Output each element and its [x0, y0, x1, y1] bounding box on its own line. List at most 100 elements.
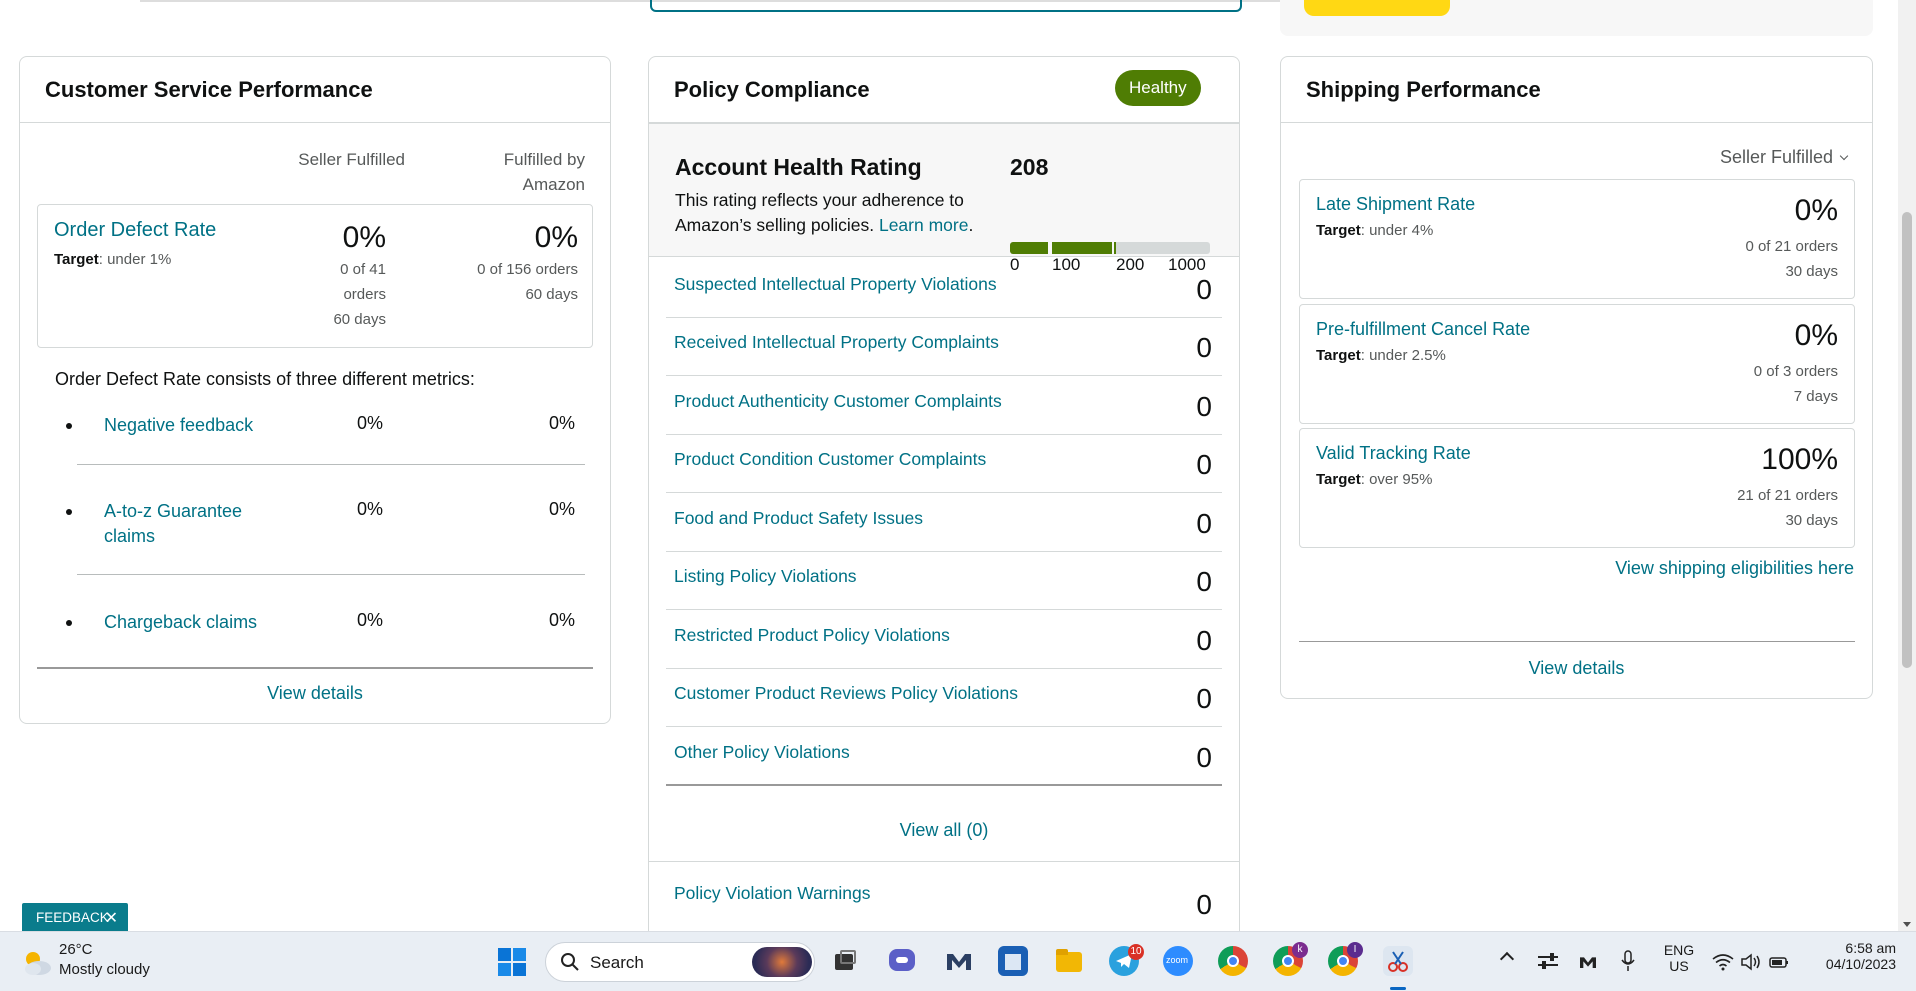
- odr-seller-line1: 0 of 41: [340, 261, 386, 278]
- start-button[interactable]: [498, 948, 526, 976]
- page-viewport: Customer Service Performance Seller Fulf…: [0, 0, 1898, 931]
- bullet-dot: [66, 509, 72, 515]
- policy-compliance-card: Policy Compliance Healthy Account Health…: [648, 56, 1240, 931]
- policy-row: Food and Product Safety Issues 0: [666, 494, 1222, 552]
- profile-badge: k: [1292, 942, 1308, 958]
- shipping-header: Shipping Performance: [1281, 57, 1872, 123]
- metric-seller-value: 0%: [356, 413, 383, 433]
- metric-detail-line1: 0 of 3 orders: [1753, 363, 1838, 380]
- snipping-tool-icon[interactable]: [1383, 946, 1413, 976]
- policy-row: Listing Policy Violations 0: [666, 552, 1222, 610]
- metric-atoz-claims-link[interactable]: A-to-z Guarantee claims: [104, 499, 264, 549]
- policy-row: Product Condition Customer Complaints 0: [666, 435, 1222, 493]
- odr-amazon-detail: 0 of 156 orders 60 days: [418, 257, 578, 307]
- clock[interactable]: 6:58 am 04/10/2023: [1808, 940, 1896, 972]
- target-label: Target: [1316, 222, 1361, 239]
- metric-detail-line2: 7 days: [1793, 388, 1838, 405]
- learn-more-link[interactable]: Learn more: [879, 215, 969, 235]
- policy-row-link[interactable]: Customer Product Reviews Policy Violatio…: [674, 683, 1018, 704]
- target-value: : under 2.5%: [1360, 347, 1446, 364]
- valid-tracking-rate-link[interactable]: Valid Tracking Rate: [1316, 443, 1471, 464]
- metric-amazon-value: 0%: [548, 499, 575, 519]
- odr-amazon-line1: 0 of 156 orders: [477, 261, 578, 278]
- policy-title: Policy Compliance: [674, 76, 870, 102]
- policy-row: Restricted Product Policy Violations 0: [666, 611, 1222, 669]
- odr-target-label: Target: [54, 251, 99, 268]
- language-indicator[interactable]: ENG US: [1662, 942, 1696, 974]
- cs-view-details-link[interactable]: View details: [20, 683, 610, 704]
- policy-row-link[interactable]: Product Authenticity Customer Complaints: [674, 391, 1002, 412]
- top-yellow-button[interactable]: [1304, 0, 1450, 16]
- bar-segment-100-200: [1052, 242, 1112, 254]
- policy-row-link[interactable]: Listing Policy Violations: [674, 566, 857, 587]
- metric-target: Target: over 95%: [1316, 471, 1432, 488]
- policy-row-value: 0: [1196, 683, 1212, 714]
- task-view-icon[interactable]: [830, 946, 860, 976]
- odr-seller-line3: 60 days: [333, 311, 386, 328]
- target-value: : under 4%: [1360, 222, 1434, 239]
- shipping-view-details-link[interactable]: View details: [1281, 658, 1872, 679]
- policy-row-link[interactable]: Product Condition Customer Complaints: [674, 449, 986, 470]
- clock-date: 04/10/2023: [1825, 956, 1896, 972]
- feedback-button[interactable]: FEEDBACK ✕: [22, 903, 128, 931]
- vertical-scrollbar[interactable]: [1898, 0, 1916, 931]
- scrollbar-thumb[interactable]: [1902, 212, 1912, 668]
- zoom-icon[interactable]: zoom: [1163, 946, 1193, 976]
- policy-row-link[interactable]: Suspected Intellectual Property Violatio…: [674, 274, 997, 295]
- odr-amazon-pct: 0%: [534, 221, 578, 254]
- chrome-profile-1-icon[interactable]: [1218, 946, 1248, 976]
- taskbar: 26°C Mostly cloudy Search 10 zoom k I EN…: [0, 931, 1916, 991]
- scroll-down-arrow-icon[interactable]: [1903, 922, 1911, 927]
- target-label: Target: [1316, 471, 1361, 488]
- divider: [649, 861, 1239, 862]
- divider: [77, 464, 585, 465]
- account-health-rating: Account Health Rating This rating reflec…: [649, 123, 1239, 274]
- metric-amazon-value: 0%: [548, 413, 575, 433]
- weather-desc: Mostly cloudy: [59, 961, 150, 978]
- shipping-eligibilities-link[interactable]: View shipping eligibilities here: [1615, 558, 1854, 579]
- wifi-icon[interactable]: [1712, 953, 1734, 971]
- file-explorer-icon[interactable]: [1054, 946, 1084, 976]
- target-value: : over 95%: [1360, 471, 1433, 488]
- gmail-icon[interactable]: [944, 946, 974, 976]
- bullet-dot: [66, 423, 72, 429]
- ahr-desc-end: .: [968, 215, 974, 235]
- metric-target: Target: under 4%: [1316, 222, 1433, 239]
- late-shipment-rate-link[interactable]: Late Shipment Rate: [1316, 194, 1475, 215]
- volume-icon[interactable]: [1740, 953, 1762, 971]
- m-tray-icon[interactable]: [1578, 952, 1598, 972]
- cancel-rate-link[interactable]: Pre-fulfillment Cancel Rate: [1316, 319, 1530, 340]
- close-icon[interactable]: ✕: [105, 908, 118, 928]
- show-hidden-icons[interactable]: [1499, 951, 1515, 967]
- fulfillment-selector[interactable]: Seller Fulfilled: [1720, 147, 1849, 168]
- status-badge: Healthy: [1115, 70, 1201, 106]
- order-defect-rate-link[interactable]: Order Defect Rate: [54, 219, 216, 242]
- metric-detail: 21 of 21 orders 30 days: [1737, 483, 1838, 533]
- teams-chat-icon[interactable]: [887, 946, 917, 976]
- policy-row-link[interactable]: Received Intellectual Property Complaint…: [674, 332, 999, 353]
- metric-chargeback-claims-link[interactable]: Chargeback claims: [104, 610, 264, 635]
- customer-service-title: Customer Service Performance: [45, 76, 373, 102]
- policy-warnings-link[interactable]: Policy Violation Warnings: [674, 883, 870, 904]
- bar-segment-0-100: [1010, 242, 1048, 254]
- policy-row-value: 0: [1196, 508, 1212, 539]
- active-app-indicator: [1390, 987, 1406, 990]
- store-icon[interactable]: [998, 946, 1028, 976]
- col-amazon-line1: Fulfilled by: [503, 150, 585, 169]
- policy-row-value: 0: [1196, 274, 1212, 305]
- policy-row-link[interactable]: Other Policy Violations: [674, 742, 850, 763]
- metric-negative-feedback-link[interactable]: Negative feedback: [104, 413, 264, 438]
- battery-icon[interactable]: [1768, 953, 1790, 971]
- metric-pct: 0%: [1794, 194, 1838, 227]
- taskbar-search[interactable]: Search: [545, 942, 815, 982]
- policy-row: Customer Product Reviews Policy Violatio…: [666, 669, 1222, 727]
- policy-row-link[interactable]: Restricted Product Policy Violations: [674, 625, 950, 646]
- search-highlight-image: [752, 947, 812, 977]
- policy-row-link[interactable]: Food and Product Safety Issues: [674, 508, 923, 529]
- metric-seller-value: 0%: [356, 610, 383, 630]
- view-all-link[interactable]: View all (0): [649, 820, 1239, 841]
- microphone-icon[interactable]: [1620, 950, 1636, 972]
- weather-widget[interactable]: 26°C Mostly cloudy: [16, 940, 166, 984]
- metric-detail: 0 of 21 orders 30 days: [1745, 234, 1838, 284]
- sliders-icon[interactable]: [1538, 952, 1558, 970]
